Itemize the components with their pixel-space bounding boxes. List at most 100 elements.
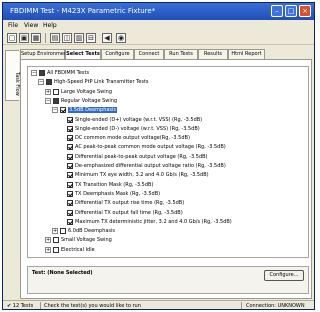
- tree-node[interactable]: DC common mode output voltage(Rg, -3.5dB…: [67, 134, 190, 142]
- menu-file[interactable]: File: [8, 22, 18, 29]
- tree-node[interactable]: TX Deemphasis Mask (Rg, -3.5dB): [67, 190, 160, 198]
- test-checkbox[interactable]: [39, 70, 45, 76]
- test-checkbox[interactable]: [53, 88, 59, 95]
- tree-node[interactable]: Differential TX output rise time (Rg, -3…: [67, 199, 184, 207]
- test-count: ✔ 12 Tests: [7, 303, 34, 309]
- maximize-button[interactable]: □: [285, 5, 297, 17]
- select-icon[interactable]: ◫: [62, 33, 72, 43]
- tree-node[interactable]: AC peak-to-peak common mode output volta…: [67, 143, 226, 151]
- window-title: FBDIMM Test - M423X Parametric Fixture*: [10, 7, 156, 15]
- tree-node[interactable]: Single-ended (D+) voltage (w.r.t. VSS) (…: [67, 116, 202, 124]
- menu-view[interactable]: View: [24, 22, 38, 29]
- test-checkbox[interactable]: [67, 144, 73, 151]
- tree-node[interactable]: +6.0dB Deemphasis: [52, 227, 115, 235]
- tab-html-report[interactable]: Html Report: [228, 49, 265, 59]
- test-checkbox[interactable]: [53, 97, 59, 104]
- status-message: Check the test(s) you would like to run: [44, 303, 141, 309]
- minimize-button[interactable]: –: [271, 5, 283, 17]
- test-checkbox[interactable]: [67, 218, 73, 225]
- tree-node[interactable]: Minimum TX eye width, 3.2 and 4.0 Gb/s (…: [67, 171, 209, 179]
- test-checkbox[interactable]: [60, 228, 66, 235]
- tree-node[interactable]: Differential peak-to-peak output voltage…: [67, 153, 208, 161]
- tab-setup-environment[interactable]: Setup Environment: [20, 49, 69, 59]
- test-checkbox[interactable]: [67, 209, 73, 216]
- tree-node[interactable]: − High-Speed PtP Link Transmitter Tests: [38, 78, 149, 86]
- save-icon[interactable]: ▦: [31, 33, 41, 43]
- tree-node-label: AC peak-to-peak common mode output volta…: [75, 144, 226, 151]
- expander-icon[interactable]: −: [31, 70, 37, 76]
- tree-node-label: High-Speed PtP Link Transmitter Tests: [54, 79, 149, 86]
- tree-node[interactable]: − All FBDIMM Tests: [31, 69, 89, 77]
- test-checkbox[interactable]: [67, 190, 73, 197]
- test-checkbox[interactable]: [67, 116, 73, 123]
- expander-icon[interactable]: −: [38, 79, 44, 86]
- tree-node[interactable]: Single-ended (D-) voltage (w.r.t. VSS) (…: [67, 125, 200, 133]
- close-button[interactable]: ×: [299, 5, 311, 17]
- expander-icon[interactable]: −: [45, 97, 51, 104]
- tree-node[interactable]: Differential TX output fall time (Rg, -3…: [67, 209, 183, 217]
- tree-node-label: Differential TX output fall time (Rg, -3…: [75, 209, 183, 216]
- tree-node-label: Small Voltage Swing: [61, 237, 112, 244]
- expander-icon[interactable]: −: [52, 107, 58, 114]
- task-flow-tab[interactable]: Task Flow: [5, 50, 20, 101]
- tree-node[interactable]: − Regular Voltage Swing: [45, 97, 117, 105]
- tree-node[interactable]: TX Transition Mask (Rg, -3.5dB): [67, 181, 153, 189]
- tree-node[interactable]: + Electrical Idle: [45, 246, 95, 254]
- tree-node[interactable]: + Small Voltage Swing: [45, 236, 112, 244]
- tree-node-label: 3.5dB Deemphasis: [68, 107, 118, 114]
- test-checkbox[interactable]: [67, 181, 73, 188]
- tree-node-label: Minimum TX eye width, 3.2 and 4.0 Gb/s (…: [75, 172, 209, 179]
- connect-icon[interactable]: ⊟: [86, 33, 96, 43]
- tab-results[interactable]: Results: [198, 49, 228, 59]
- selected-test-label: Test: (None Selected): [32, 270, 93, 276]
- test-checkbox[interactable]: [67, 153, 73, 160]
- status-divider: [40, 302, 41, 309]
- tree-node-label: Differential TX output rise time (Rg, -3…: [75, 200, 185, 207]
- select-tests-panel: − All FBDIMM Tests − High-Speed PtP Link Tr…: [20, 59, 312, 299]
- tree-node-label: Large Voltage Swing: [61, 88, 112, 95]
- tree-node[interactable]: De-emphasized differential output voltag…: [67, 162, 226, 170]
- tree-node[interactable]: Maximum TX deterministic jitter, 3.2 and…: [67, 218, 232, 226]
- toolbar-separator: [45, 33, 46, 43]
- new-icon[interactable]: ▢: [7, 33, 17, 43]
- title-bar[interactable]: FBDIMM Test - M423X Parametric Fixture* …: [3, 3, 314, 20]
- test-checkbox[interactable]: [53, 246, 59, 253]
- tree-node-label: De-emphasized differential output voltag…: [75, 163, 226, 169]
- tree-node-label: 6.0dB Deemphasis: [68, 228, 116, 235]
- toolbar: ▢ ▣ ▦ ▤ ◫ ▥ ⊟ ◀ ◉: [3, 31, 314, 45]
- configure-button[interactable]: Configure...: [264, 270, 304, 281]
- status-divider: [241, 302, 242, 309]
- tab-configure[interactable]: Configure: [101, 49, 134, 59]
- tab-connect[interactable]: Connect: [134, 49, 164, 59]
- test-tree[interactable]: − All FBDIMM Tests − High-Speed PtP Link Tr…: [27, 66, 309, 258]
- tab-strip: Setup Environment Select Tests Configure…: [20, 49, 314, 60]
- tree-node[interactable]: + Large Voltage Swing: [45, 88, 112, 96]
- tree-node[interactable]: − 3.5dB Deemphasis: [52, 106, 118, 114]
- tree-node-label: DC common mode output voltage(Rg, -3.5dB…: [75, 135, 190, 142]
- test-checkbox[interactable]: [53, 237, 59, 244]
- test-checkbox[interactable]: [67, 200, 73, 207]
- test-checkbox[interactable]: [60, 107, 66, 114]
- test-checkbox[interactable]: [67, 125, 73, 132]
- back-icon[interactable]: ◀: [102, 33, 112, 43]
- test-checkbox[interactable]: [46, 79, 52, 86]
- test-checkbox[interactable]: [67, 163, 73, 169]
- tree-node-label: TX Transition Mask (Rg, -3.5dB): [75, 181, 154, 188]
- tab-run-tests[interactable]: Run Tests: [164, 49, 198, 59]
- tree-node-label: Single-ended (D+) voltage (w.r.t. VSS) (…: [75, 116, 203, 123]
- tree-node-label: Differential peak-to-peak output voltage…: [75, 153, 208, 160]
- expander-icon[interactable]: +: [45, 246, 51, 253]
- test-checkbox[interactable]: [67, 172, 73, 179]
- menu-help[interactable]: Help: [43, 22, 57, 29]
- tree-node-label: Electrical Idle: [61, 246, 95, 253]
- test-info-box: Test: (None Selected) Configure...: [27, 266, 309, 294]
- test-checkbox[interactable]: [67, 135, 73, 142]
- open-icon[interactable]: ▣: [19, 33, 29, 43]
- expander-icon[interactable]: +: [45, 237, 51, 244]
- configure-icon[interactable]: ▥: [74, 33, 84, 43]
- setup-icon[interactable]: ▤: [50, 33, 60, 43]
- expander-icon[interactable]: +: [45, 88, 51, 95]
- run-icon[interactable]: ◉: [116, 33, 126, 43]
- expander-icon[interactable]: +: [52, 228, 58, 235]
- connection-status: Connection: UNKNOWN: [246, 303, 305, 309]
